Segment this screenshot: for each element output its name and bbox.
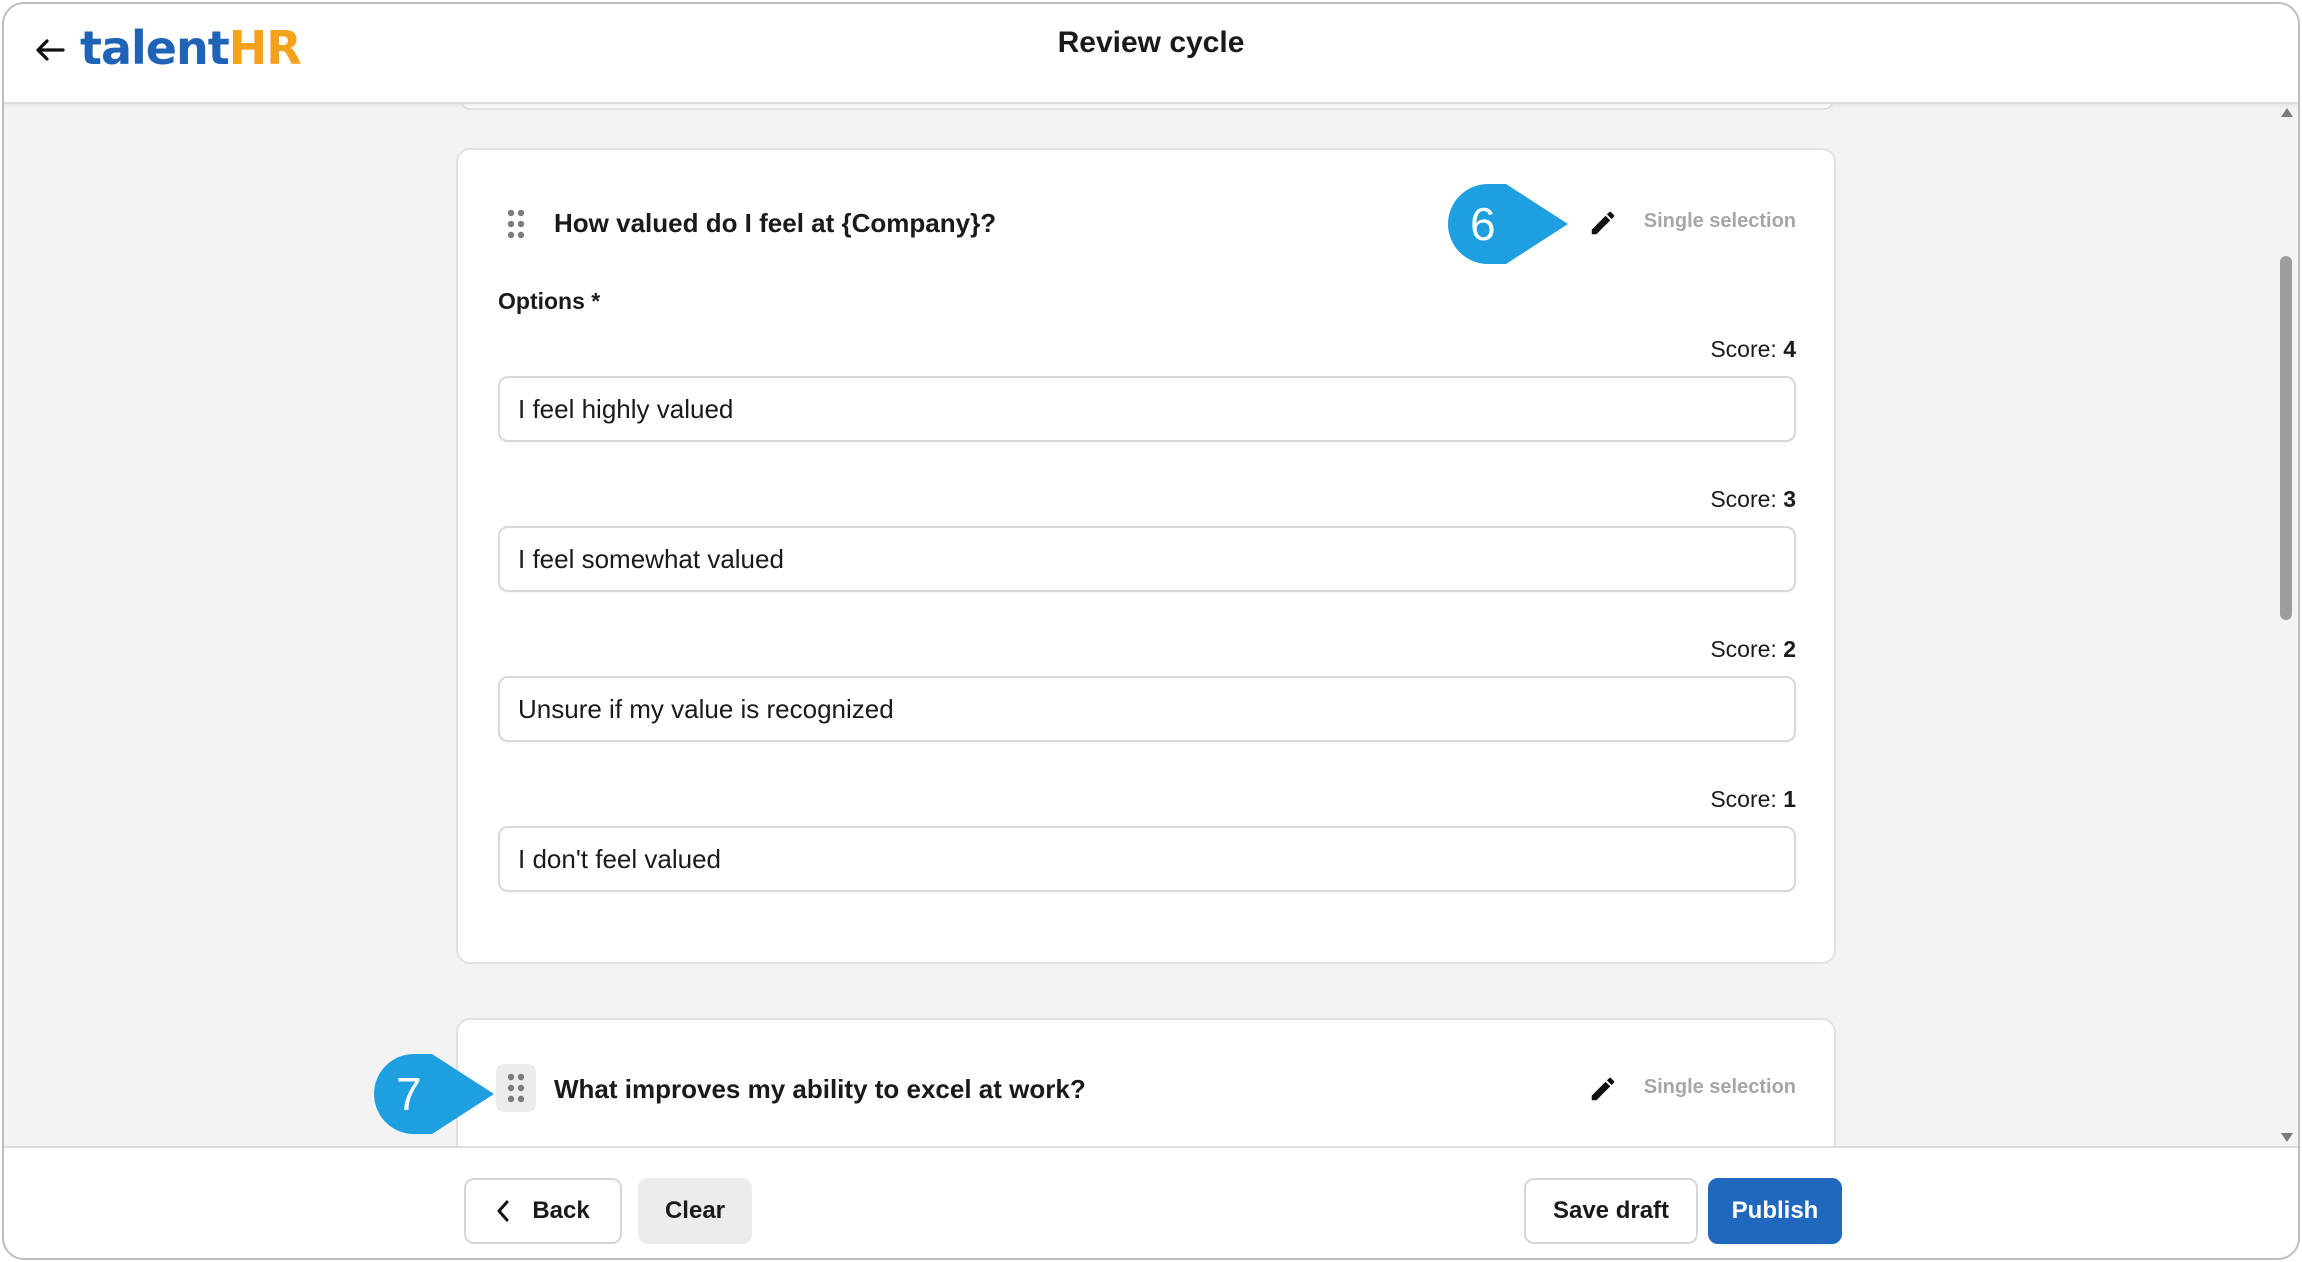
option-input[interactable] [498, 826, 1796, 892]
score-value: 2 [1783, 636, 1796, 662]
scroll-up-arrow-icon[interactable] [2281, 108, 2293, 117]
options-label: Options * [498, 288, 601, 314]
callout-number: 7 [396, 1068, 422, 1120]
option-score: Score: 2 [1710, 636, 1796, 663]
pencil-icon[interactable] [1582, 1068, 1624, 1110]
option-score: Score: 4 [1710, 336, 1796, 363]
scrollbar-thumb[interactable] [2280, 256, 2292, 620]
score-label: Score: [1710, 786, 1784, 812]
publish-button-label: Publish [1731, 1197, 1819, 1224]
option-score: Score: 3 [1710, 486, 1796, 513]
app-window: talentHR Review cycle How valued do I fe… [2, 2, 2300, 1260]
page-title: Review cycle [1057, 26, 1245, 59]
score-value: 1 [1783, 786, 1796, 812]
score-label: Score: [1710, 636, 1784, 662]
drag-handle-icon[interactable] [496, 200, 536, 248]
clear-button-label: Clear [664, 1197, 726, 1224]
option-input[interactable] [498, 526, 1796, 592]
clear-button[interactable]: Clear [638, 1178, 752, 1244]
step-callout-7: 7 [372, 1052, 496, 1136]
score-label: Score: [1710, 336, 1784, 362]
back-button[interactable]: Back [464, 1178, 622, 1244]
chevron-left-icon [496, 1200, 510, 1222]
question-type-label: Single selection [1643, 1076, 1796, 1098]
score-label: Score: [1710, 486, 1784, 512]
top-bar: talentHR Review cycle [4, 4, 2298, 104]
publish-button[interactable]: Publish [1708, 1178, 1842, 1244]
save-draft-button[interactable]: Save draft [1524, 1178, 1698, 1244]
callout-number: 6 [1470, 198, 1496, 250]
question-title: What improves my ability to excel at wor… [554, 1074, 1086, 1104]
vertical-scrollbar[interactable] [2276, 104, 2298, 1146]
option-input[interactable] [498, 676, 1796, 742]
option-input[interactable] [498, 376, 1796, 442]
pencil-icon[interactable] [1582, 202, 1624, 244]
scroll-down-arrow-icon[interactable] [2281, 1133, 2293, 1142]
question-card: How valued do I feel at {Company}? Singl… [456, 148, 1836, 964]
score-value: 3 [1783, 486, 1796, 512]
option-score: Score: 1 [1710, 786, 1796, 813]
question-card: What improves my ability to excel at wor… [456, 1018, 1836, 1146]
previous-question-card [460, 104, 1834, 110]
save-draft-button-label: Save draft [1552, 1197, 1670, 1224]
back-button-label: Back [532, 1197, 590, 1224]
questions-scroll-area: How valued do I feel at {Company}? Singl… [4, 104, 2298, 1146]
footer-bar: Back Clear Save draft Publish [4, 1146, 2298, 1258]
drag-handle-icon[interactable] [496, 1064, 536, 1112]
step-callout-6: 6 [1446, 182, 1570, 266]
question-type-label: Single selection [1643, 210, 1796, 232]
question-title: How valued do I feel at {Company}? [554, 208, 997, 238]
score-value: 4 [1783, 336, 1796, 362]
